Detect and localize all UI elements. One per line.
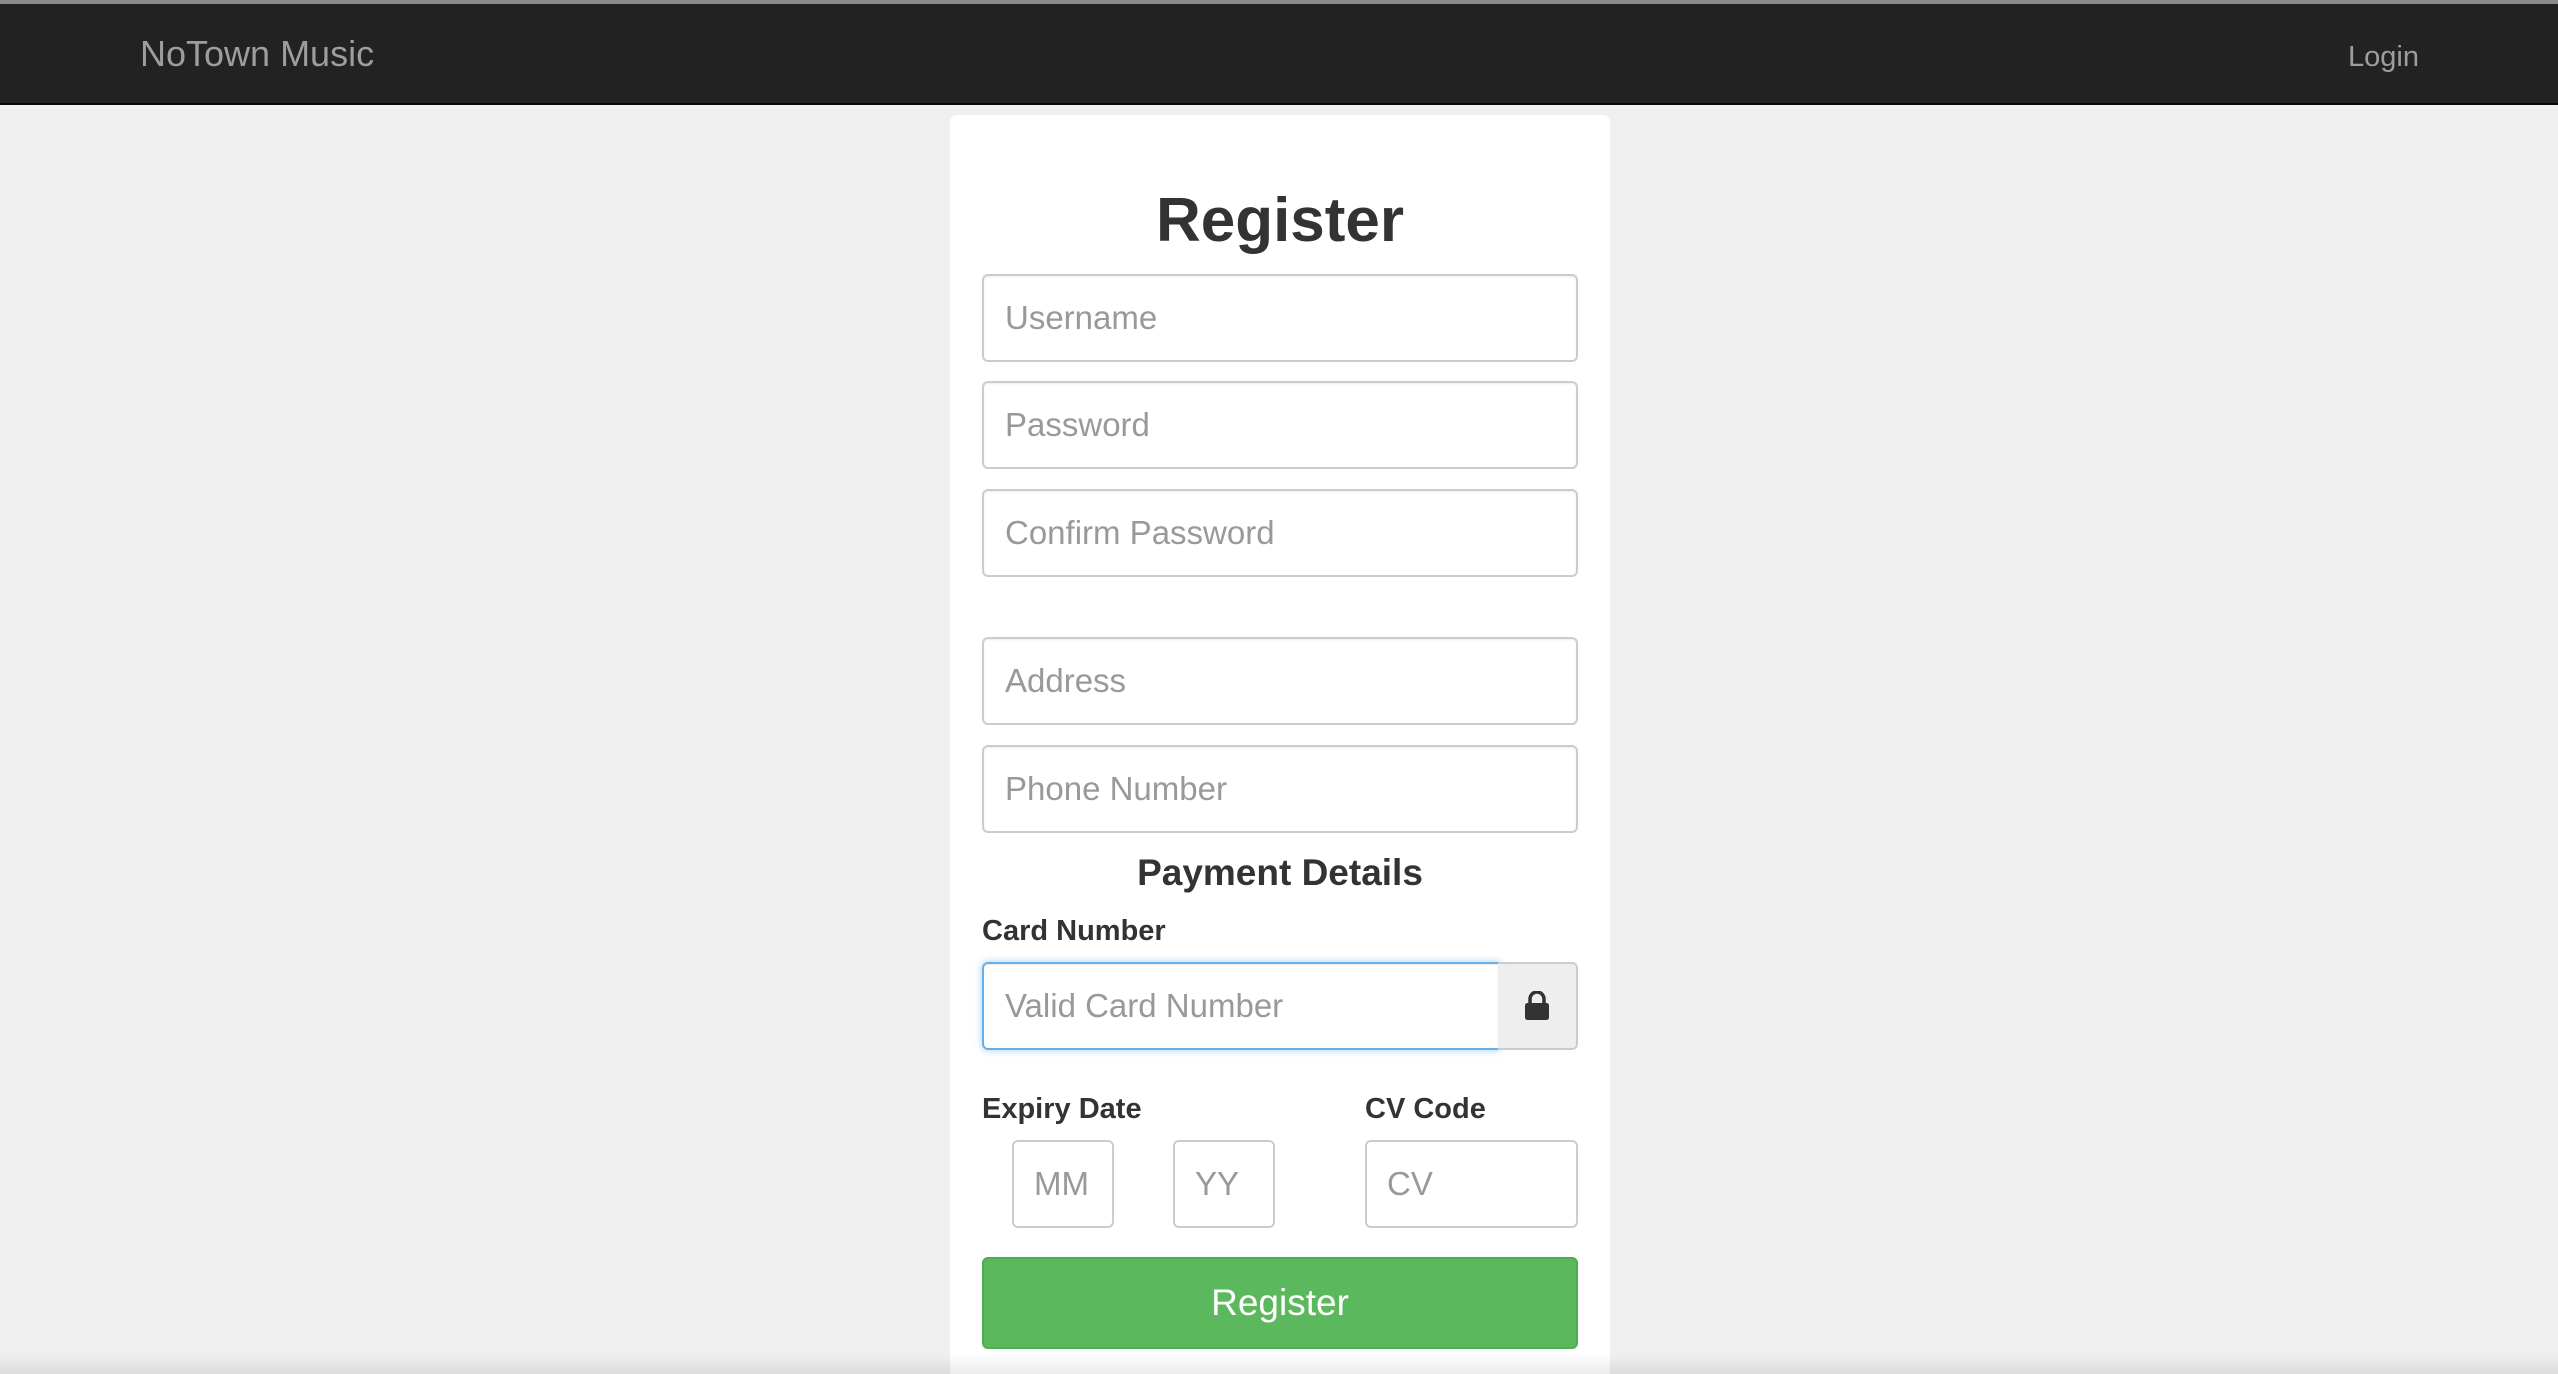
expiry-month-input[interactable]	[1012, 1140, 1114, 1228]
brand-link[interactable]: NoTown Music	[140, 32, 374, 76]
phone-number-input[interactable]	[982, 745, 1578, 833]
cv-code-input[interactable]	[1365, 1140, 1578, 1228]
expiry-date-label: Expiry Date	[982, 1093, 1142, 1125]
username-input[interactable]	[982, 274, 1578, 362]
confirm-password-input[interactable]	[982, 489, 1578, 577]
card-number-input[interactable]	[982, 962, 1500, 1050]
login-link[interactable]: Login	[2348, 37, 2419, 77]
page-title: Register	[1155, 186, 1405, 255]
expiry-year-input[interactable]	[1173, 1140, 1275, 1228]
register-card: Register Payment Details Card Number Exp…	[950, 115, 1610, 1374]
register-button[interactable]: Register	[982, 1257, 1578, 1349]
password-input[interactable]	[982, 381, 1578, 469]
address-input[interactable]	[982, 637, 1578, 725]
payment-details-heading: Payment Details	[1137, 852, 1423, 893]
cv-code-label: CV Code	[1365, 1093, 1486, 1125]
navbar: NoTown Music Login	[0, 4, 2558, 105]
lock-icon	[1525, 991, 1549, 1020]
card-number-label: Card Number	[982, 915, 1166, 947]
card-number-addon	[1498, 962, 1578, 1050]
